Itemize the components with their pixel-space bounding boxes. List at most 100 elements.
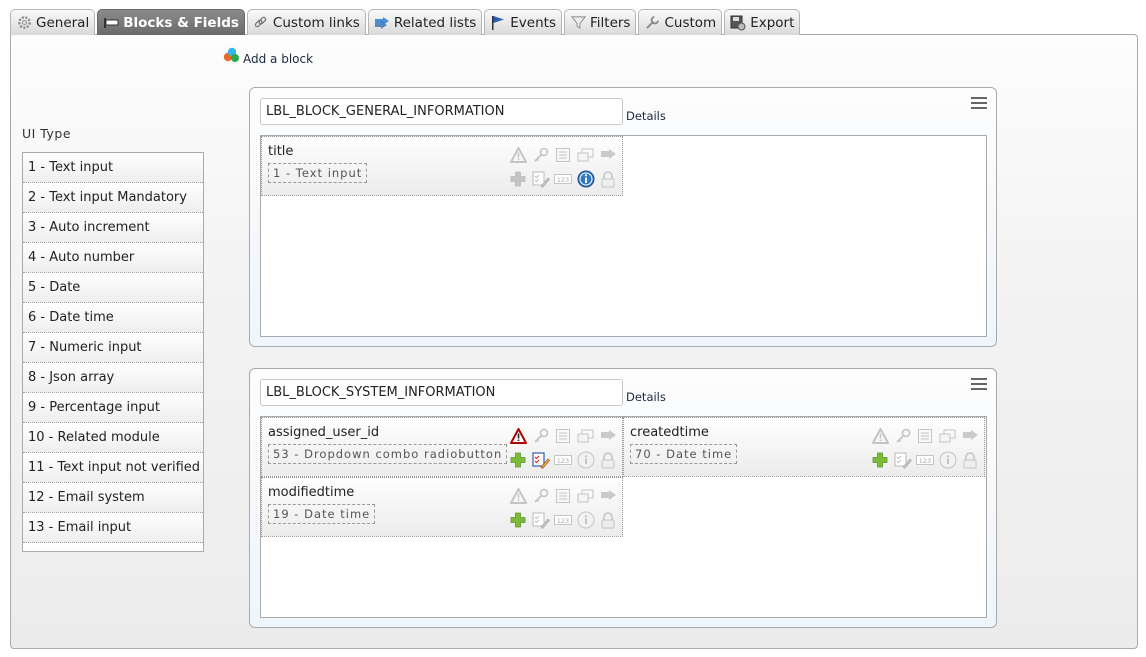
key-icon[interactable] bbox=[532, 487, 550, 505]
ui-type-heading: UI Type bbox=[22, 126, 72, 141]
ui-type-item[interactable]: 12 - Email system bbox=[23, 483, 203, 513]
quickcreate-plus-icon[interactable] bbox=[509, 451, 527, 469]
tab-label: Filters bbox=[590, 14, 631, 31]
block-system-information: Details assigned_user_id 53 - Dropdown c… bbox=[249, 368, 997, 628]
move-arrow-icon[interactable] bbox=[599, 487, 617, 505]
export-icon bbox=[730, 15, 746, 31]
move-arrow-icon[interactable] bbox=[599, 427, 617, 445]
tab-export[interactable]: Export bbox=[724, 9, 801, 35]
ui-type-item[interactable]: 6 - Date time bbox=[23, 303, 203, 333]
tab-custom-links[interactable]: Custom links bbox=[246, 9, 366, 35]
hamburger-menu-icon[interactable] bbox=[971, 97, 987, 109]
field-action-icons: 123 bbox=[507, 143, 619, 191]
block-general-information: Details title 1 - Text input 123 bbox=[249, 87, 997, 347]
tab-label: Custom links bbox=[272, 14, 360, 31]
related-arrows-icon bbox=[374, 15, 390, 31]
key-icon[interactable] bbox=[532, 146, 550, 164]
field-card[interactable]: assigned_user_id 53 - Dropdown combo rad… bbox=[261, 417, 623, 477]
tab-label: Blocks & Fields bbox=[123, 14, 239, 31]
list-icon[interactable] bbox=[916, 427, 934, 445]
mandatory-warning-icon[interactable] bbox=[509, 487, 527, 505]
ui-type-item[interactable]: 5 - Date bbox=[23, 273, 203, 303]
tab-filters[interactable]: Filters bbox=[564, 9, 637, 35]
add-block-button[interactable]: Add a block bbox=[223, 47, 313, 66]
lock-icon[interactable] bbox=[599, 511, 617, 529]
massedit-checklist-icon[interactable] bbox=[532, 170, 550, 188]
field-uitype-badge: 1 - Text input bbox=[268, 163, 368, 183]
numeric-123-icon[interactable]: 123 bbox=[554, 170, 573, 188]
svg-text:123: 123 bbox=[557, 457, 569, 465]
move-arrow-icon[interactable] bbox=[961, 427, 979, 445]
massedit-checklist-icon[interactable] bbox=[532, 451, 550, 469]
ui-type-item[interactable]: 11 - Text input not verified bbox=[23, 453, 203, 483]
ui-type-list[interactable]: 1 - Text input 2 - Text input Mandatory … bbox=[22, 152, 204, 552]
numeric-123-icon[interactable]: 123 bbox=[916, 451, 935, 469]
massedit-checklist-icon[interactable] bbox=[894, 451, 912, 469]
quickcreate-plus-icon[interactable] bbox=[509, 511, 527, 529]
block-name-input[interactable] bbox=[260, 98, 623, 125]
field-card[interactable]: title 1 - Text input 123 bbox=[261, 136, 623, 196]
tab-label: Events bbox=[510, 14, 556, 31]
field-name: createdtime bbox=[630, 425, 709, 440]
ui-type-item[interactable]: 1 - Text input bbox=[23, 153, 203, 183]
info-icon[interactable] bbox=[577, 170, 595, 188]
windows-icon[interactable] bbox=[577, 146, 595, 164]
block-details-link[interactable]: Details bbox=[626, 109, 666, 123]
quickcreate-plus-icon[interactable] bbox=[871, 451, 889, 469]
hamburger-menu-icon[interactable] bbox=[971, 378, 987, 390]
link-icon bbox=[253, 15, 269, 31]
field-action-icons: 123 bbox=[507, 484, 619, 532]
blocks-icon bbox=[103, 15, 119, 31]
windows-icon[interactable] bbox=[577, 427, 595, 445]
mandatory-warning-icon[interactable] bbox=[509, 427, 527, 445]
tab-blocks-fields[interactable]: Blocks & Fields bbox=[97, 9, 245, 35]
move-arrow-icon[interactable] bbox=[599, 146, 617, 164]
flag-icon bbox=[490, 15, 506, 31]
mandatory-warning-icon[interactable] bbox=[509, 146, 527, 164]
quickcreate-plus-icon[interactable] bbox=[509, 170, 527, 188]
fields-dropzone[interactable]: title 1 - Text input 123 bbox=[260, 135, 987, 337]
tab-label: General bbox=[36, 14, 90, 31]
tab-general[interactable]: General bbox=[10, 9, 96, 35]
svg-text:123: 123 bbox=[557, 176, 569, 184]
numeric-123-icon[interactable]: 123 bbox=[554, 511, 573, 529]
tab-events[interactable]: Events bbox=[484, 9, 562, 35]
block-name-input[interactable] bbox=[260, 379, 623, 406]
key-icon[interactable] bbox=[532, 427, 550, 445]
fields-dropzone[interactable]: assigned_user_id 53 - Dropdown combo rad… bbox=[260, 416, 987, 618]
lock-icon[interactable] bbox=[961, 451, 979, 469]
ui-type-item[interactable]: 2 - Text input Mandatory bbox=[23, 183, 203, 213]
lock-icon[interactable] bbox=[599, 170, 617, 188]
tab-custom[interactable]: Custom bbox=[638, 9, 723, 35]
info-icon[interactable] bbox=[577, 451, 595, 469]
key-icon[interactable] bbox=[894, 427, 912, 445]
lock-icon[interactable] bbox=[599, 451, 617, 469]
wrench-icon bbox=[644, 15, 660, 31]
field-action-icons: 123 bbox=[507, 424, 619, 472]
ui-type-item[interactable]: 7 - Numeric input bbox=[23, 333, 203, 363]
list-icon[interactable] bbox=[554, 427, 572, 445]
field-uitype-badge: 70 - Date time bbox=[630, 444, 738, 464]
ui-type-item[interactable]: 8 - Json array bbox=[23, 363, 203, 393]
ui-type-item[interactable]: 9 - Percentage input bbox=[23, 393, 203, 423]
ui-type-item[interactable]: 10 - Related module bbox=[23, 423, 203, 453]
massedit-checklist-icon[interactable] bbox=[532, 511, 550, 529]
field-name: title bbox=[268, 144, 294, 159]
info-icon[interactable] bbox=[577, 511, 595, 529]
block-details-link[interactable]: Details bbox=[626, 390, 666, 404]
numeric-123-icon[interactable]: 123 bbox=[554, 451, 573, 469]
tab-related-lists[interactable]: Related lists bbox=[367, 9, 483, 35]
field-card[interactable]: modifiedtime 19 - Date time 123 bbox=[261, 477, 623, 537]
ui-type-item[interactable]: 4 - Auto number bbox=[23, 243, 203, 273]
list-icon[interactable] bbox=[554, 146, 572, 164]
ui-type-item[interactable]: 13 - Email input bbox=[23, 513, 203, 543]
list-icon[interactable] bbox=[554, 487, 572, 505]
field-card[interactable]: createdtime 70 - Date time 123 bbox=[623, 417, 985, 477]
windows-icon[interactable] bbox=[577, 487, 595, 505]
ui-type-item[interactable]: 3 - Auto increment bbox=[23, 213, 203, 243]
field-name: assigned_user_id bbox=[268, 425, 380, 440]
info-icon[interactable] bbox=[939, 451, 957, 469]
mandatory-warning-icon[interactable] bbox=[871, 427, 889, 445]
windows-icon[interactable] bbox=[939, 427, 957, 445]
svg-text:123: 123 bbox=[919, 457, 931, 465]
